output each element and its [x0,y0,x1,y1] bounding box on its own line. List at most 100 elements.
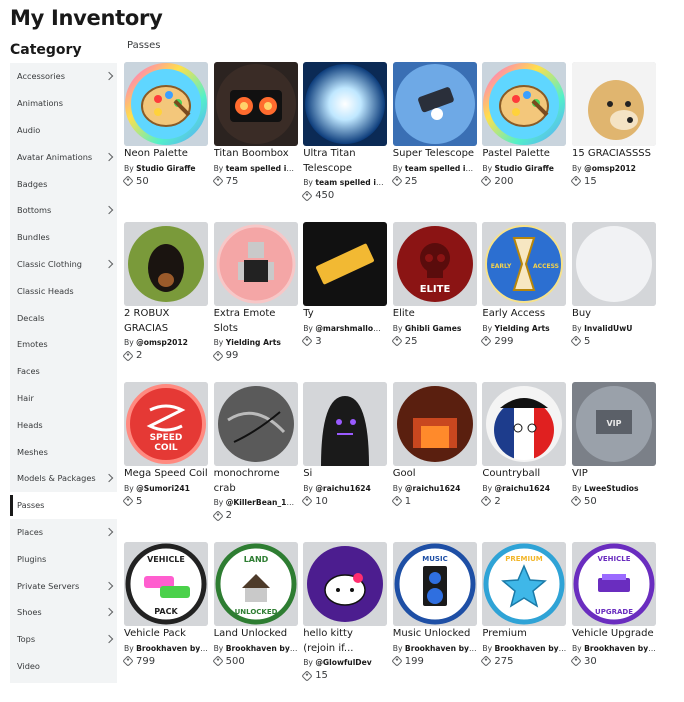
item-card[interactable]: Titan Boombox By team spelled inc... 75 [211,62,298,222]
item-card[interactable]: PREMIUMPremiumBy Brookhaven by V...275 [480,542,567,702]
telescope-icon[interactable] [392,62,477,146]
premium-star-icon[interactable]: PREMIUM [482,542,567,626]
creator-name[interactable]: team spelled inc... [405,164,477,173]
countryball-icon[interactable] [482,382,567,466]
sidebar-item-animations[interactable]: Animations [10,90,117,117]
sidebar-item-hair[interactable]: Hair [10,385,117,412]
item-name[interactable]: VIP [572,467,656,482]
creator-name[interactable]: Studio Giraffe [495,164,554,173]
item-card[interactable]: Si By @raichu1624 10 [301,382,388,542]
item-name[interactable]: 15 GRACIASSSS [572,147,656,162]
sidebar-item-plugins[interactable]: Plugins [10,545,117,572]
item-card[interactable]: 2 ROBUX GRACIAS By @omsp2012 2 [122,222,208,382]
item-name[interactable]: Elite [393,307,477,322]
sidebar-item-video[interactable]: Video [10,653,117,680]
creator-name[interactable]: Brookhaven by V... [226,644,298,653]
item-name[interactable]: Buy [572,307,656,322]
item-card[interactable]: Neon Palette By Studio Giraffe 50 [122,62,208,222]
creator-name[interactable]: @omsp2012 [584,164,636,173]
creator-name[interactable]: LweeStudios [584,484,638,493]
creator-name[interactable]: team spelled inc... [226,164,298,173]
sidebar-item-badges[interactable]: Badges [10,170,117,197]
item-card[interactable]: Buy By InvalidUwU 5 [570,222,656,382]
creator-name[interactable]: @Sumori241 [136,484,190,493]
item-name[interactable]: Extra Emote Slots [214,307,298,336]
item-name[interactable]: Si [303,467,387,482]
palette-icon[interactable] [482,62,567,146]
sidebar-item-meshes[interactable]: Meshes [10,438,117,465]
creator-name[interactable]: InvalidUwU [584,324,632,333]
hello-kitty-icon[interactable] [303,542,388,626]
creator-name[interactable]: @marshmallowof... [315,324,387,333]
skull-elite-icon[interactable]: ELITE [392,222,477,306]
creator-name[interactable]: Brookhaven by V... [584,644,656,653]
sidebar-item-passes[interactable]: Passes [10,491,117,519]
creator-name[interactable]: @KillerBean_1996 [226,498,298,507]
sidebar-item-classic-heads[interactable]: Classic Heads [10,277,117,304]
music-speaker-icon[interactable]: MUSIC [392,542,477,626]
item-card[interactable]: 15 GRACIASSSS By @omsp2012 15 [570,62,656,222]
item-card[interactable]: TyBy @marshmallowof...3 [301,222,388,382]
sidebar-item-private-servers[interactable]: Private Servers [10,572,117,599]
creator-name[interactable]: Brookhaven by V... [495,644,567,653]
item-card[interactable]: VEHICLE UPGRADE Vehicle Upgrade By Brookhav… [570,542,656,702]
item-name[interactable]: Mega Speed Coil [124,467,208,482]
sidebar-item-models-packages[interactable]: Models & Packages [10,465,117,492]
item-name[interactable]: Music Unlocked [393,627,477,642]
item-card[interactable]: ELITE Elite By Ghibli Games 25 [391,222,477,382]
item-name[interactable]: Ty [303,307,387,322]
sidebar-item-audio[interactable]: Audio [10,117,117,144]
item-name[interactable]: monochrome crab [214,467,298,496]
item-name[interactable]: Pastel Palette [482,147,566,162]
land-house-icon[interactable]: LAND UNLOCKED [213,542,298,626]
item-name[interactable]: Premium [482,627,566,642]
creator-name[interactable]: Yielding Arts [226,338,281,347]
item-name[interactable]: Super Telescope [393,147,477,162]
creator-name[interactable]: Studio Giraffe [136,164,195,173]
hooded-figure-icon[interactable] [303,382,388,466]
item-card[interactable]: Ultra Titan Telescope By team spelled inc… [301,62,388,222]
vehicle-pack-icon[interactable]: VEHICLE PACK [124,542,208,626]
doge-icon[interactable] [571,62,656,146]
creator-name[interactable]: @GlowfulDev [315,658,371,667]
hourglass-icon[interactable]: EARLY ACCESS [482,222,567,306]
sidebar-item-faces[interactable]: Faces [10,358,117,385]
creator-name[interactable]: @raichu1624 [405,484,461,493]
item-name[interactable]: Vehicle Pack [124,627,208,642]
item-name[interactable]: Ultra Titan Telescope [303,147,387,176]
item-card[interactable]: Pastel Palette By Studio Giraffe 200 [480,62,567,222]
sidebar-item-bundles[interactable]: Bundles [10,224,117,251]
sidebar-item-places[interactable]: Places [10,519,117,546]
item-card[interactable]: monochrome crab By @KillerBean_1996 2 [211,382,298,542]
creator-name[interactable]: Ghibli Games [405,324,461,333]
sidebar-item-emotes[interactable]: Emotes [10,331,117,358]
ticket-icon[interactable] [303,222,388,306]
vip-room-icon[interactable]: VIP [571,382,656,466]
item-card[interactable]: SPEED COIL Mega Speed Coil By @Sumori241 5 [122,382,208,542]
creator-name[interactable]: @raichu1624 [315,484,371,493]
palette-icon[interactable] [124,62,208,146]
crab-icon[interactable] [213,382,298,466]
telescope-glow-icon[interactable] [303,62,388,146]
sidebar-item-shoes[interactable]: Shoes [10,599,117,626]
sidebar-item-accessories[interactable]: Accessories [10,63,117,90]
blank-circle-icon[interactable] [571,222,656,306]
item-name[interactable]: 2 ROBUX GRACIAS [124,307,208,336]
sidebar-item-bottoms[interactable]: Bottoms [10,197,117,224]
creator-name[interactable]: @omsp2012 [136,338,188,347]
item-card[interactable]: LAND UNLOCKED Land Unlocked By Brookhaven b… [211,542,298,702]
dog-icon[interactable] [124,222,208,306]
creator-name[interactable]: @raichu1624 [495,484,551,493]
vehicle-upgrade-icon[interactable]: VEHICLE UPGRADE [571,542,656,626]
item-card[interactable]: hello kitty (rejoin if... By @GlowfulDev 1… [301,542,388,702]
item-name[interactable]: Early Access [482,307,566,322]
item-name[interactable]: Neon Palette [124,147,208,162]
item-name[interactable]: Vehicle Upgrade [572,627,656,642]
item-card[interactable]: Extra Emote Slots By Yielding Arts 99 [211,222,298,382]
creator-name[interactable]: team spelled inc... [315,178,387,187]
item-card[interactable]: Countryball By @raichu1624 2 [480,382,567,542]
speed-coil-icon[interactable]: SPEED COIL [124,382,208,466]
creator-name[interactable]: Yielding Arts [495,324,550,333]
sidebar-item-heads[interactable]: Heads [10,411,117,438]
boombox-icon[interactable] [213,62,298,146]
